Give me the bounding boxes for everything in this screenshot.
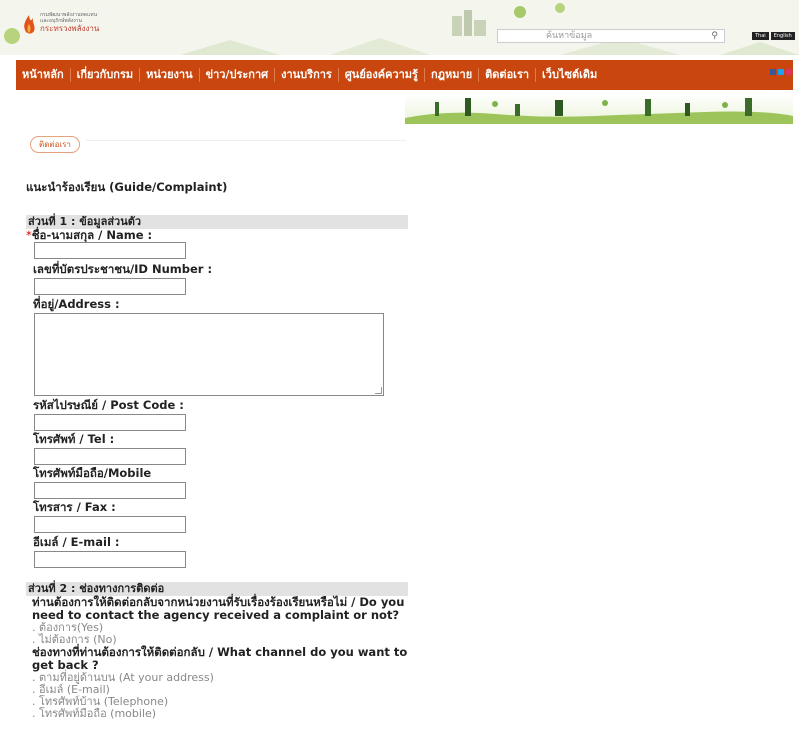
id-number-label: เลขที่บัตรประชาชน/ID Number : — [33, 262, 213, 276]
id-number-field[interactable] — [34, 278, 186, 295]
city-skyline-illustration — [405, 98, 793, 124]
twitter-icon[interactable] — [778, 69, 784, 75]
tel-label: โทรศัพท์ / Tel : — [33, 432, 115, 446]
breadcrumb-contact[interactable]: ติดต่อเรา — [30, 136, 80, 153]
section-1-header: ส่วนที่ 1 : ข้อมูลส่วนตัว — [26, 215, 408, 229]
address-field[interactable] — [34, 313, 384, 396]
search-placeholder: ค้นหาข้อมูล — [546, 31, 593, 41]
page-title: แนะนำร้องเรียน (Guide/Complaint) — [26, 180, 228, 194]
complaint-form-area: ติดต่อเรา แนะนำร้องเรียน (Guide/Complain… — [26, 132, 408, 720]
resize-handle-icon[interactable] — [375, 387, 382, 394]
option-mobile[interactable]: . โทรศัพท์มือถือ (mobile) — [32, 708, 408, 720]
nav-item-news[interactable]: ข่าว/ประกาศ — [200, 68, 276, 82]
email-field[interactable] — [34, 551, 186, 568]
address-label: ที่อยู่/Address : — [33, 297, 120, 311]
nav-item-law[interactable]: กฎหมาย — [425, 68, 480, 82]
nav-item-contact[interactable]: ติดต่อเรา — [479, 68, 537, 82]
nav-item-departments[interactable]: หน่วยงาน — [140, 68, 200, 82]
nav-item-knowledge[interactable]: ศูนย์องค์ความรู้ — [339, 68, 425, 82]
channel-question: ช่องทางที่ท่านต้องการให้ติดต่อกลับ / Wha… — [32, 645, 408, 672]
site-header: กรมพัฒนาพลังงานทดแทน และอนุรักษ์พลังงาน … — [0, 0, 799, 55]
breadcrumb-divider — [86, 140, 406, 141]
nav-item-services[interactable]: งานบริการ — [275, 68, 339, 82]
main-nav: หน้าหลัก เกี่ยวกับกรม หน่วยงาน ข่าว/ประก… — [16, 60, 793, 90]
nav-item-old-website[interactable]: เว็บไซต์เดิม — [536, 68, 603, 82]
lang-thai[interactable]: Thai — [752, 32, 769, 40]
tel-field[interactable] — [34, 448, 186, 465]
postcode-label: รหัสไปรษณีย์ / Post Code : — [33, 398, 184, 412]
fax-field[interactable] — [34, 516, 186, 533]
section-2-header: ส่วนที่ 2 : ช่องทางการติดต่อ — [26, 582, 408, 596]
decorative-banner — [405, 94, 793, 124]
social-links — [770, 69, 792, 75]
search-icon[interactable]: ⚲ — [711, 30, 718, 42]
search-input[interactable]: ค้นหาข้อมูล ⚲ — [497, 29, 725, 43]
name-field[interactable] — [34, 242, 186, 259]
mobile-field[interactable] — [34, 482, 186, 499]
email-label: อีเมล์ / E-mail : — [33, 535, 120, 549]
name-label-text: ชื่อ-นามสกุล / Name : — [31, 228, 153, 242]
fax-label: โทรสาร / Fax : — [33, 500, 116, 514]
instagram-icon[interactable] — [786, 69, 792, 75]
name-label: *ชื่อ-นามสกุล / Name : — [26, 228, 408, 242]
facebook-icon[interactable] — [770, 69, 776, 75]
lang-english[interactable]: English — [770, 32, 795, 40]
nav-item-home[interactable]: หน้าหลัก — [16, 68, 71, 82]
mobile-label: โทรศัพท์มือถือ/Mobile — [33, 466, 152, 480]
language-switch: Thai English — [752, 32, 797, 40]
header-landscape-decoration — [4, 3, 799, 55]
nav-item-about[interactable]: เกี่ยวกับกรม — [71, 68, 141, 82]
contact-back-question: ท่านต้องการให้ติดต่อกลับจากหน่วยงานที่รั… — [32, 595, 405, 622]
postcode-field[interactable] — [34, 414, 186, 431]
